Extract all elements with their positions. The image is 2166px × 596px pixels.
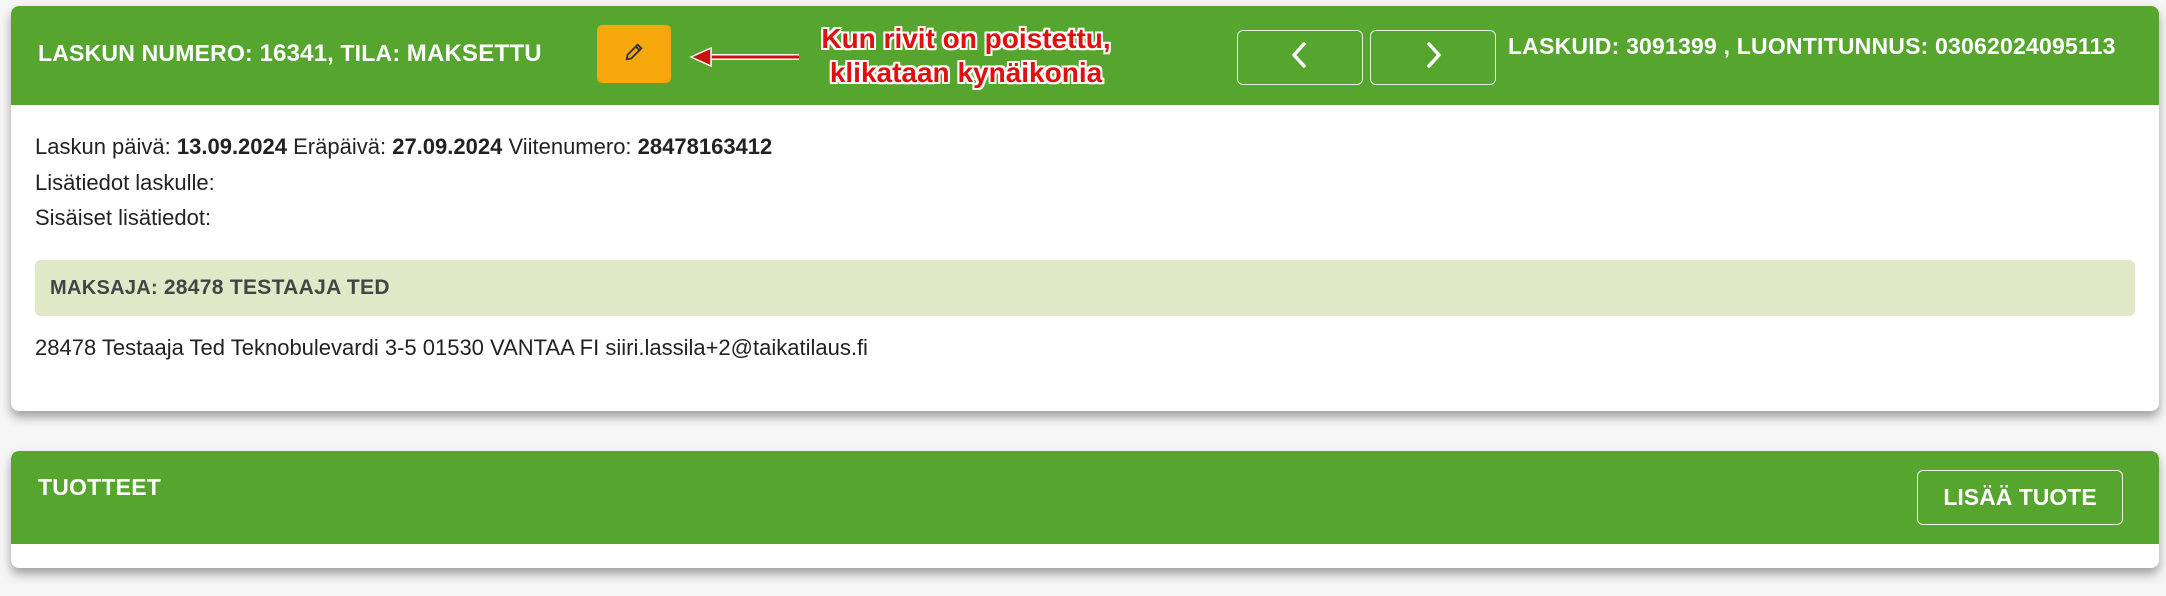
- invoice-title: LASKUN NUMERO: 16341, TILA: MAKSETTU: [38, 40, 542, 68]
- payer-address: 28478 Testaaja Ted Teknobulevardi 3-5 01…: [35, 335, 868, 360]
- internal-info-label: Sisäiset lisätiedot:: [35, 205, 212, 230]
- products-card: TUOTTEET LISÄÄ TUOTE: [11, 451, 2159, 568]
- payer-name: 28478 TESTAAJA TED: [163, 276, 390, 299]
- payer-box: MAKSAJA: 28478 TESTAAJA TED: [35, 260, 2135, 316]
- invoice-header: LASKUN NUMERO: 16341, TILA: MAKSETTU LAS…: [11, 6, 2159, 105]
- invoice-card: LASKUN NUMERO: 16341, TILA: MAKSETTU LAS…: [11, 6, 2159, 411]
- invoice-dates: Laskun päivä: 13.09.2024 Eräpäivä: 27.09…: [35, 134, 772, 160]
- due-date: 27.09.2024: [392, 134, 503, 159]
- invoice-date: 13.09.2024: [176, 134, 287, 159]
- reference-label: Viitenumero:: [508, 134, 632, 159]
- payer-label: MAKSAJA:: [50, 277, 158, 299]
- next-invoice-button[interactable]: [1370, 30, 1496, 85]
- payer-heading: MAKSAJA: 28478 TESTAAJA TED: [50, 276, 390, 300]
- products-title: TUOTTEET: [38, 474, 161, 500]
- add-product-button[interactable]: LISÄÄ TUOTE: [1917, 470, 2123, 525]
- invoice-number-label: LASKUN NUMERO:: [38, 40, 253, 66]
- reference-number: 28478163412: [637, 134, 773, 159]
- invoice-date-label: Laskun päivä:: [35, 134, 171, 159]
- invoice-status-label: , TILA:: [327, 40, 401, 66]
- annotation-line-2: klikataan kynäikonia: [829, 57, 1103, 88]
- invoice-number: 16341: [259, 40, 328, 67]
- edit-button[interactable]: [597, 25, 671, 83]
- invoice-meta: LASKUID: 3091399 , LUONTITUNNUS: 0306202…: [1508, 33, 2116, 59]
- due-date-label: Eräpäivä:: [293, 134, 387, 159]
- products-header: TUOTTEET LISÄÄ TUOTE: [11, 451, 2159, 544]
- annotation-line-1: Kun rivit on poistettu,: [821, 23, 1111, 54]
- invoice-info-label: Lisätiedot laskulle:: [35, 170, 215, 195]
- pencil-icon: [623, 41, 645, 68]
- annotation-callout: Kun rivit on poistettu, klikataan kynäik…: [751, 22, 1181, 90]
- chevron-left-icon: [1288, 40, 1312, 75]
- invoice-status: MAKSETTU: [406, 40, 542, 67]
- previous-invoice-button[interactable]: [1237, 30, 1363, 85]
- chevron-right-icon: [1421, 40, 1445, 75]
